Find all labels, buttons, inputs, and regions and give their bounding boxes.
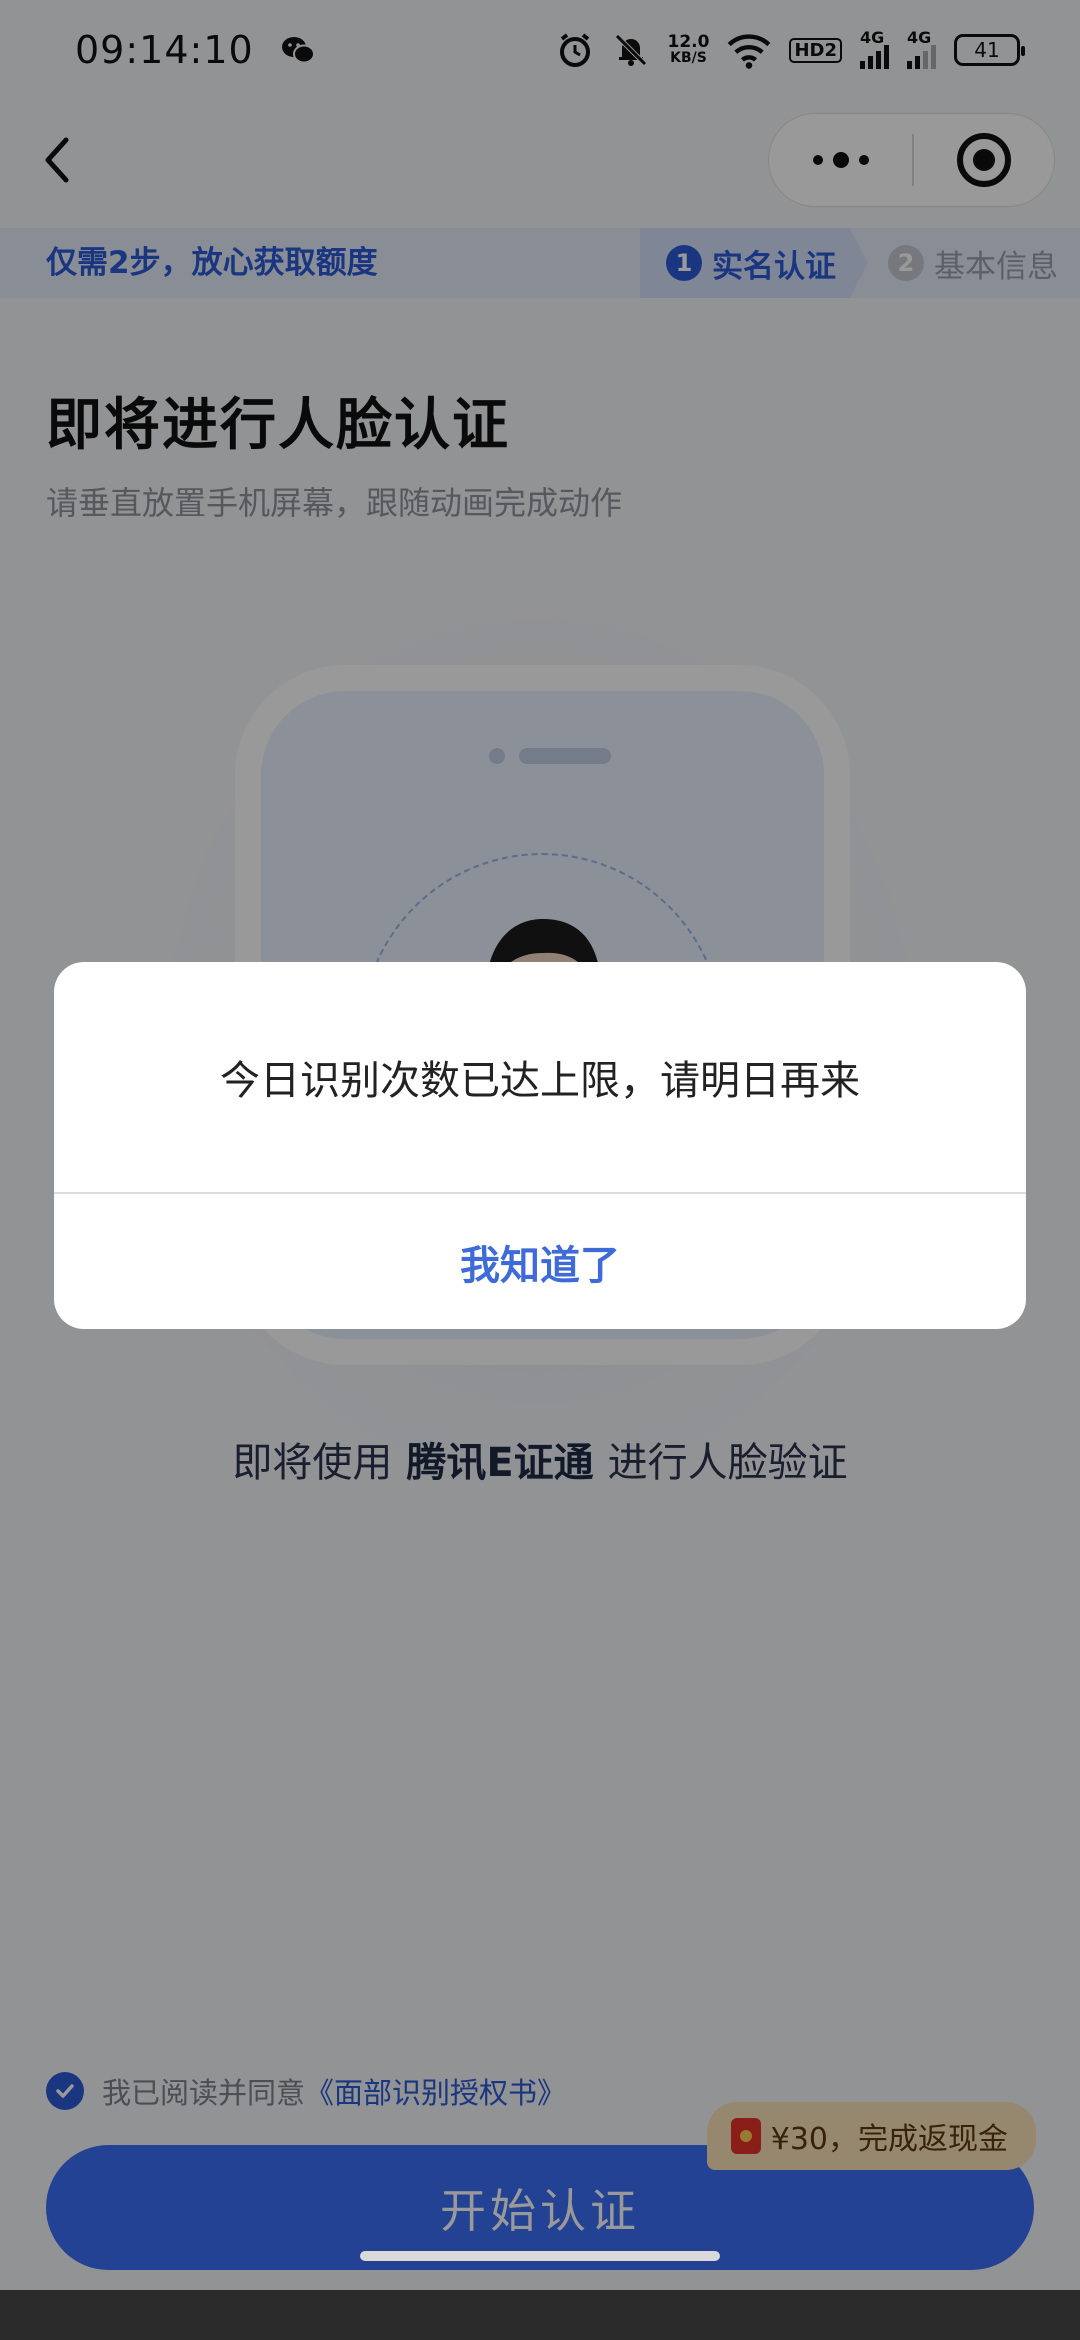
dialog-message: 今日识别次数已达上限，请明日再来 [220,1058,860,1104]
limit-reached-dialog: 今日识别次数已达上限，请明日再来 我知道了 [54,962,1026,1329]
face-verification-screen: 09:14:10 12.0 KB/S HD2 4G 4G 41 仅需2步，放心获… [0,0,1080,2340]
dialog-confirm-button[interactable]: 我知道了 [54,1194,1026,1329]
home-indicator[interactable] [360,2251,720,2261]
gesture-area [0,2290,1080,2340]
